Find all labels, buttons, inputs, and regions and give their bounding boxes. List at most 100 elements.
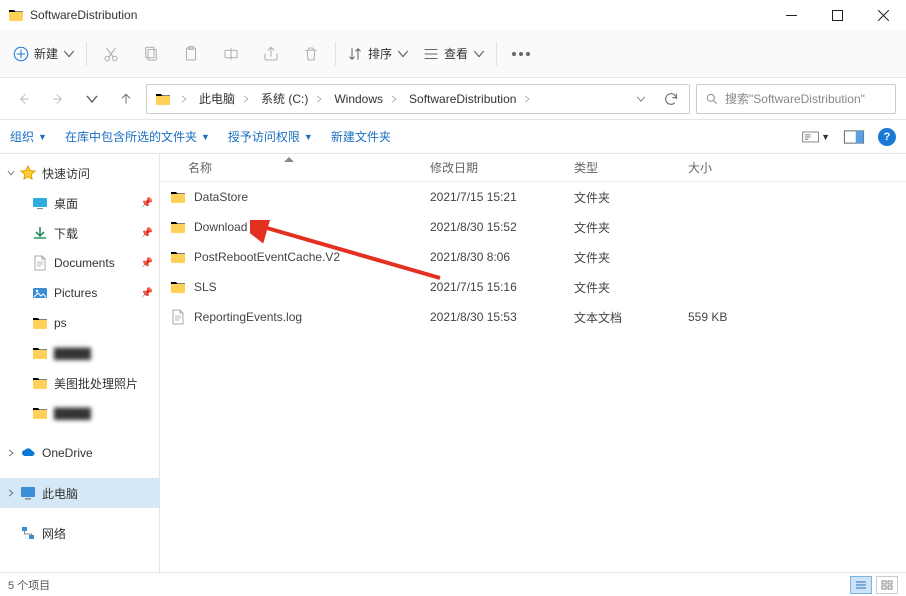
column-header-size[interactable]: 大小: [676, 159, 796, 176]
sidebar-item-label: ▇▇▇▇: [54, 406, 91, 420]
column-header-date[interactable]: 修改日期: [418, 159, 562, 176]
file-row[interactable]: PostRebootEventCache.V22021/8/30 8:06文件夹: [160, 242, 906, 272]
sidebar-item-label: Documents: [54, 256, 115, 270]
folder-icon: [155, 91, 171, 107]
file-name-cell: ReportingEvents.log: [160, 309, 418, 325]
recent-dropdown[interactable]: [78, 85, 106, 113]
new-button[interactable]: 新建: [6, 38, 82, 70]
organize-menu[interactable]: 组织▼: [10, 128, 47, 145]
main-area: 快速访问 桌面 📌 下载 📌 Documents 📌 Pictures 📌 ps: [0, 154, 906, 572]
preview-pane-button[interactable]: [840, 127, 868, 147]
sidebar-item-meitu[interactable]: 美图批处理照片: [0, 368, 159, 398]
include-menu[interactable]: 在库中包含所选的文件夹▼: [65, 128, 210, 145]
chevron-right-icon[interactable]: [4, 486, 18, 500]
refresh-button[interactable]: [657, 85, 685, 113]
details-view-button[interactable]: [850, 576, 872, 594]
newfolder-action[interactable]: 新建文件夹: [331, 128, 391, 145]
crumb-current[interactable]: SoftwareDistribution: [403, 85, 536, 113]
details-pane-button[interactable]: ▼: [802, 127, 830, 147]
file-list[interactable]: DataStore2021/7/15 15:21文件夹Download2021/…: [160, 182, 906, 332]
chevron-right-icon: [241, 94, 251, 104]
file-date: 2021/8/30 15:53: [418, 310, 562, 324]
address-dropdown[interactable]: [627, 85, 655, 113]
sort-button[interactable]: 排序: [340, 38, 416, 70]
cloud-icon: [20, 445, 36, 461]
chevron-right-icon: [389, 94, 399, 104]
file-name: SLS: [194, 280, 217, 294]
crumb-thispc[interactable]: 此电脑: [193, 85, 255, 113]
maximize-button[interactable]: [814, 0, 860, 30]
sidebar-item-documents[interactable]: Documents 📌: [0, 248, 159, 278]
crumb-windows[interactable]: Windows: [328, 85, 403, 113]
sidebar-item-label: 桌面: [54, 195, 78, 212]
sidebar-item-label: 美图批处理照片: [54, 375, 138, 392]
chevron-down-icon[interactable]: [4, 166, 18, 180]
monitor-icon: [20, 485, 36, 501]
column-header-name[interactable]: 名称: [160, 159, 418, 176]
share-button[interactable]: [251, 38, 291, 70]
chevron-right-icon[interactable]: [4, 446, 18, 460]
sidebar-thispc[interactable]: 此电脑: [0, 478, 159, 508]
rename-button[interactable]: [211, 38, 251, 70]
sidebar-item-label: 网络: [42, 525, 66, 542]
pictures-icon: [32, 285, 48, 301]
sidebar-item-desktop[interactable]: 桌面 📌: [0, 188, 159, 218]
copy-button[interactable]: [131, 38, 171, 70]
separator: [335, 42, 336, 66]
file-name: Download: [194, 220, 247, 234]
file-icon: [170, 309, 186, 325]
delete-button[interactable]: [291, 38, 331, 70]
star-icon: [20, 165, 36, 181]
file-name-cell: Download: [160, 219, 418, 235]
close-button[interactable]: [860, 0, 906, 30]
view-button[interactable]: 查看: [416, 38, 492, 70]
file-type: 文本文档: [562, 309, 676, 326]
pin-icon: 📌: [141, 258, 153, 269]
crumb-drive[interactable]: 系统 (C:): [255, 85, 328, 113]
address-bar[interactable]: 此电脑 系统 (C:) Windows SoftwareDistribution: [146, 84, 690, 114]
column-header-type[interactable]: 类型: [562, 159, 676, 176]
file-name-cell: SLS: [160, 279, 418, 295]
up-button[interactable]: [112, 85, 140, 113]
sidebar-network[interactable]: 网络: [0, 518, 159, 548]
sidebar-item-ps[interactable]: ps: [0, 308, 159, 338]
folder-icon: [32, 405, 48, 421]
paste-button[interactable]: [171, 38, 211, 70]
file-row[interactable]: ReportingEvents.log2021/8/30 15:53文本文档55…: [160, 302, 906, 332]
sidebar-quick-access[interactable]: 快速访问: [0, 158, 159, 188]
forward-button[interactable]: [44, 85, 72, 113]
folder-icon: [170, 189, 186, 205]
item-count: 5 个项目: [8, 577, 50, 593]
sort-asc-icon: [284, 157, 294, 162]
search-placeholder: 搜索"SoftwareDistribution": [725, 90, 865, 107]
sidebar-onedrive[interactable]: OneDrive: [0, 438, 159, 468]
file-date: 2021/8/30 8:06: [418, 250, 562, 264]
chevron-right-icon: [522, 94, 532, 104]
icons-view-button[interactable]: [876, 576, 898, 594]
actions-row: 组织▼ 在库中包含所选的文件夹▼ 授予访问权限▼ 新建文件夹 ▼ ?: [0, 120, 906, 154]
sidebar-item-hidden2[interactable]: ▇▇▇▇: [0, 398, 159, 428]
sidebar-item-pictures[interactable]: Pictures 📌: [0, 278, 159, 308]
minimize-button[interactable]: [768, 0, 814, 30]
sidebar-item-downloads[interactable]: 下载 📌: [0, 218, 159, 248]
sidebar-item-hidden1[interactable]: ▇▇▇▇: [0, 338, 159, 368]
search-icon: [705, 92, 719, 106]
titlebar: SoftwareDistribution: [0, 0, 906, 30]
sidebar-item-label: OneDrive: [42, 446, 93, 460]
file-date: 2021/7/15 15:21: [418, 190, 562, 204]
cut-button[interactable]: [91, 38, 131, 70]
desktop-icon: [32, 195, 48, 211]
help-button[interactable]: ?: [878, 128, 896, 146]
file-type: 文件夹: [562, 279, 676, 296]
file-type: 文件夹: [562, 219, 676, 236]
more-button[interactable]: [501, 38, 541, 70]
file-row[interactable]: Download2021/8/30 15:52文件夹: [160, 212, 906, 242]
back-button[interactable]: [10, 85, 38, 113]
grant-menu[interactable]: 授予访问权限▼: [228, 128, 313, 145]
file-row[interactable]: DataStore2021/7/15 15:21文件夹: [160, 182, 906, 212]
sidebar[interactable]: 快速访问 桌面 📌 下载 📌 Documents 📌 Pictures 📌 ps: [0, 154, 160, 572]
search-input[interactable]: 搜索"SoftwareDistribution": [696, 84, 896, 114]
file-row[interactable]: SLS2021/7/15 15:16文件夹: [160, 272, 906, 302]
content-pane: 名称 修改日期 类型 大小 DataStore2021/7/15 15:21文件…: [160, 154, 906, 572]
sidebar-item-label: 下载: [54, 225, 78, 242]
